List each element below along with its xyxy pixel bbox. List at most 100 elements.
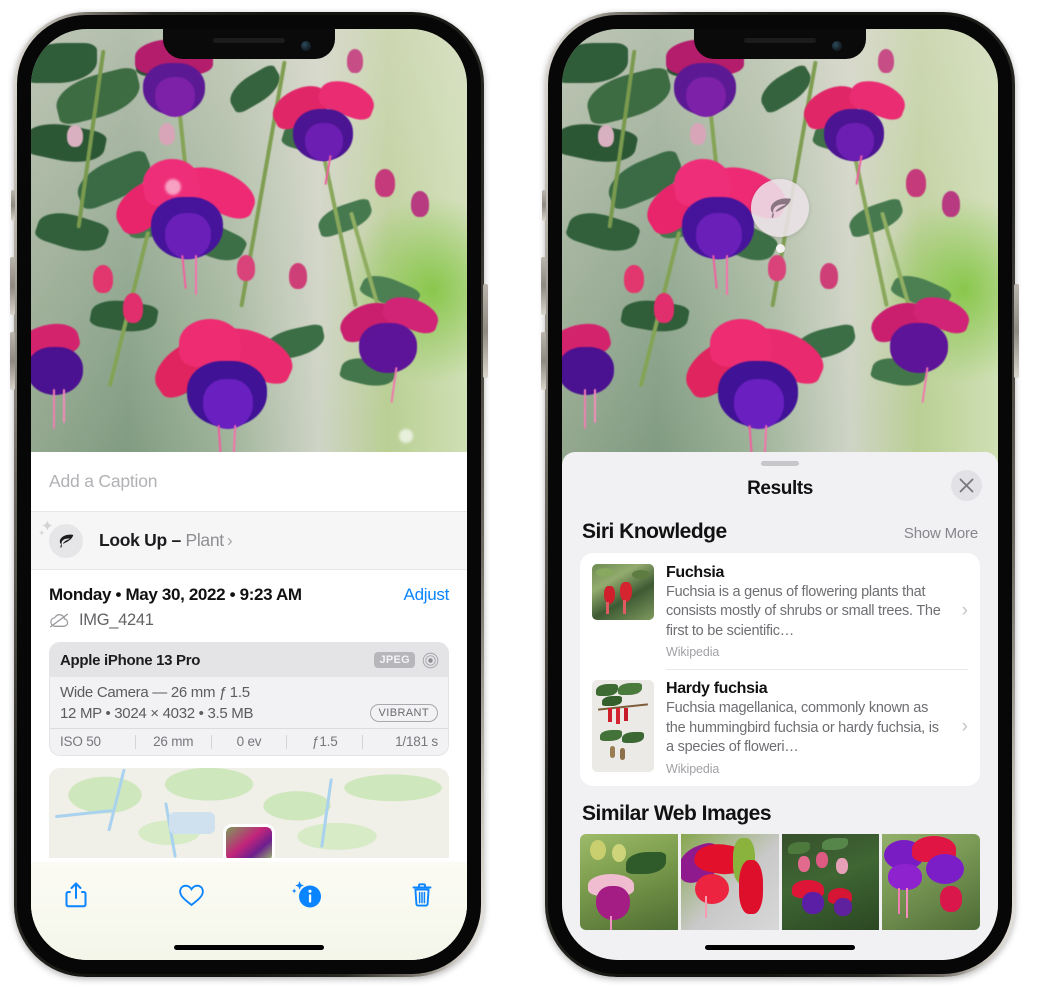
similar-images-strip — [562, 833, 998, 930]
info-button[interactable] — [290, 878, 324, 912]
similar-image[interactable] — [580, 833, 678, 930]
volume-down-button[interactable] — [541, 332, 546, 390]
close-icon — [959, 478, 974, 493]
lookup-badge: ✦ ✦ — [38, 518, 83, 558]
similar-image[interactable] — [882, 833, 980, 930]
phone-bezel: Add a Caption ✦ ✦ Look Up – Plant › Mond… — [17, 15, 481, 974]
results-sheet: Results Siri Knowledge Show More Fuchsia… — [562, 452, 998, 960]
leaf-icon — [59, 534, 74, 548]
close-button[interactable] — [951, 470, 982, 501]
exif-aperture: ƒ1.5 — [312, 734, 338, 749]
caption-input[interactable]: Add a Caption — [31, 452, 467, 512]
knowledge-item[interactable]: Hardy fuchsia Fuchsia magellanica, commo… — [580, 669, 980, 785]
screenshot-stage: Add a Caption ✦ ✦ Look Up – Plant › Mond… — [0, 0, 1055, 985]
location-map[interactable] — [49, 768, 449, 858]
cloud-slash-icon — [50, 613, 69, 628]
hdr-aperture-icon — [422, 652, 439, 668]
similar-image[interactable] — [680, 833, 779, 930]
lookup-subject: Plant — [185, 530, 224, 550]
power-button[interactable] — [483, 284, 488, 378]
chevron-right-icon: › — [961, 716, 968, 738]
volume-up-button[interactable] — [541, 257, 546, 315]
siri-knowledge-header: Siri Knowledge Show More — [562, 512, 998, 553]
silent-switch[interactable] — [542, 190, 546, 221]
lookup-row[interactable]: ✦ ✦ Look Up – Plant › — [38, 512, 449, 569]
file-name: IMG_4241 — [79, 611, 154, 629]
exif-shutter: 1/181 s — [395, 734, 438, 749]
photographic-style-badge: VIBRANT — [369, 704, 438, 722]
front-camera — [832, 41, 842, 51]
knowledge-text: Fuchsia Fuchsia is a genus of flowering … — [666, 564, 968, 659]
siri-knowledge-card: Fuchsia Fuchsia is a genus of flowering … — [580, 553, 980, 786]
format-badge: JPEG — [374, 652, 415, 668]
adjust-button[interactable]: Adjust — [404, 585, 450, 605]
exif-ev: 0 ev — [236, 734, 262, 749]
chevron-right-icon: › — [226, 530, 233, 550]
front-camera — [301, 41, 311, 51]
badge-tail-dot — [775, 244, 785, 253]
earpiece-speaker — [213, 38, 285, 43]
capture-date: Monday • May 30, 2022 • 9:23 AM — [49, 585, 302, 604]
camera-model: Apple iPhone 13 Pro — [60, 651, 201, 669]
favorite-button[interactable] — [174, 878, 208, 912]
trash-icon — [412, 883, 432, 907]
screen-right: Results Siri Knowledge Show More Fuchsia… — [562, 29, 998, 960]
lookup-section: ✦ ✦ Look Up – Plant › — [31, 512, 467, 569]
power-button[interactable] — [1014, 284, 1019, 378]
volume-up-button[interactable] — [10, 257, 15, 315]
exif-focal: 26 mm — [153, 734, 194, 749]
screen-left: Add a Caption ✦ ✦ Look Up – Plant › Mond… — [31, 29, 467, 960]
info-sparkle-icon — [291, 881, 321, 908]
chevron-right-icon: › — [961, 600, 968, 622]
phone-bezel: Results Siri Knowledge Show More Fuchsia… — [548, 15, 1012, 974]
knowledge-source: Wikipedia — [666, 645, 720, 660]
knowledge-description: Fuchsia magellanica, commonly known as t… — [666, 700, 939, 756]
exif-row: ISO 50 26 mm 0 ev ƒ1.5 1/181 s — [50, 728, 448, 755]
similar-image[interactable] — [781, 833, 880, 930]
sparkle-small-icon: ✦ — [38, 527, 46, 538]
size-info-row: 12 MP • 3024 × 4032 • 3.5 MB VIBRANT — [60, 704, 438, 722]
earpiece-speaker — [744, 38, 816, 43]
knowledge-text: Hardy fuchsia Fuchsia magellanica, commo… — [666, 680, 968, 775]
exif-iso: ISO 50 — [60, 734, 101, 749]
silent-switch[interactable] — [11, 190, 15, 221]
camera-card-header: Apple iPhone 13 Pro JPEG — [50, 643, 448, 677]
visual-lookup-badge[interactable] — [751, 179, 809, 253]
leaf-icon — [770, 198, 791, 218]
home-indicator[interactable] — [705, 945, 855, 950]
section-title: Similar Web Images — [582, 801, 772, 825]
show-more-button[interactable]: Show More — [904, 525, 978, 542]
knowledge-title: Fuchsia — [666, 564, 725, 581]
visual-lookup-bubble — [751, 179, 809, 237]
lens-info: Wide Camera — 26 mm ƒ 1.5 — [60, 684, 250, 701]
delete-button[interactable] — [405, 878, 439, 912]
notch — [694, 29, 866, 59]
results-title: Results — [747, 478, 813, 499]
home-indicator[interactable] — [174, 945, 324, 950]
iphone-right: Results Siri Knowledge Show More Fuchsia… — [541, 12, 1019, 977]
heart-icon — [179, 884, 204, 906]
metadata-section: Monday • May 30, 2022 • 9:23 AM Adjust I… — [31, 569, 467, 858]
iphone-left: Add a Caption ✦ ✦ Look Up – Plant › Mond… — [10, 12, 488, 977]
knowledge-thumbnail — [592, 564, 654, 620]
share-button[interactable] — [59, 878, 93, 912]
lookup-label: Look Up – Plant › — [99, 530, 233, 551]
volume-down-button[interactable] — [10, 332, 15, 390]
knowledge-description: Fuchsia is a genus of flowering plants t… — [666, 584, 941, 639]
results-header: Results — [562, 466, 998, 512]
camera-info-card[interactable]: Apple iPhone 13 Pro JPEG Wide Camera — 2… — [49, 642, 449, 756]
knowledge-title: Hardy fuchsia — [666, 680, 768, 698]
lookup-label-text: Look Up – — [99, 530, 181, 550]
knowledge-source: Wikipedia — [666, 761, 720, 776]
map-photo-pin — [223, 824, 275, 858]
similar-web-images-header: Similar Web Images — [562, 786, 998, 834]
file-row: IMG_4241 — [49, 611, 449, 630]
camera-card-body: Wide Camera — 26 mm ƒ 1.5 12 MP • 3024 ×… — [50, 677, 448, 728]
section-title: Siri Knowledge — [582, 520, 727, 543]
knowledge-thumbnail — [592, 680, 654, 773]
date-row: Monday • May 30, 2022 • 9:23 AM Adjust — [49, 570, 449, 605]
size-info: 12 MP • 3024 × 4032 • 3.5 MB — [60, 704, 254, 722]
notch — [163, 29, 335, 59]
share-icon — [65, 882, 87, 908]
knowledge-item[interactable]: Fuchsia Fuchsia is a genus of flowering … — [580, 553, 980, 669]
